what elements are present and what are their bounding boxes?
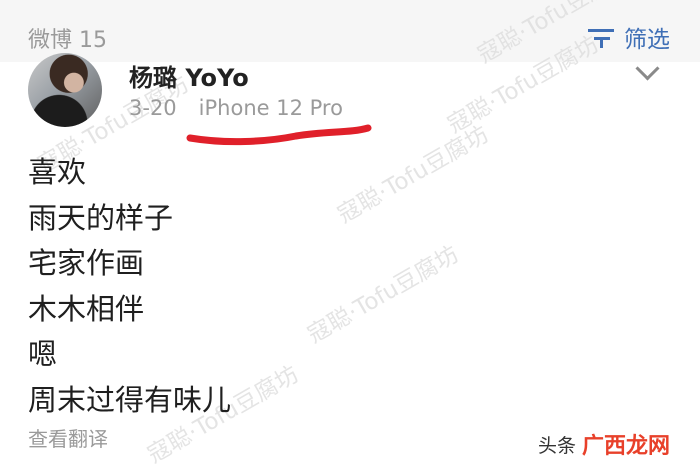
post-date: 3-20 [129,96,177,120]
tab-title[interactable]: 微博 15 [28,22,107,54]
red-underline-annotation [186,124,372,146]
username[interactable]: 杨璐 YoYo [129,58,249,93]
post-meta: 3-20 iPhone 12 Pro [129,96,343,120]
filter-label: 筛选 [624,27,670,53]
source-logo: 广西龙网 [582,434,671,459]
post-line: 木木相伴 [28,291,145,326]
source-watermark: 头条 广西龙网 [538,428,670,460]
post-line: 嗯 [28,337,58,371]
post-line: 喜欢 [28,155,87,189]
translate-link[interactable]: 查看翻译 [28,423,108,452]
post-line: 周末过得有味儿 [28,382,232,417]
source-prefix: 头条 [538,434,577,457]
watermark-3: 寇聪·Tofu豆腐坊 [303,241,464,349]
post-line: 宅家作画 [28,246,145,280]
post-content: 喜欢 雨天的样子 宅家作画 木木相伴 嗯 周末过得有味儿 [28,150,231,423]
post-device: iPhone 12 Pro [198,96,343,120]
post-line: 雨天的样子 [28,200,174,235]
avatar[interactable] [28,53,102,127]
